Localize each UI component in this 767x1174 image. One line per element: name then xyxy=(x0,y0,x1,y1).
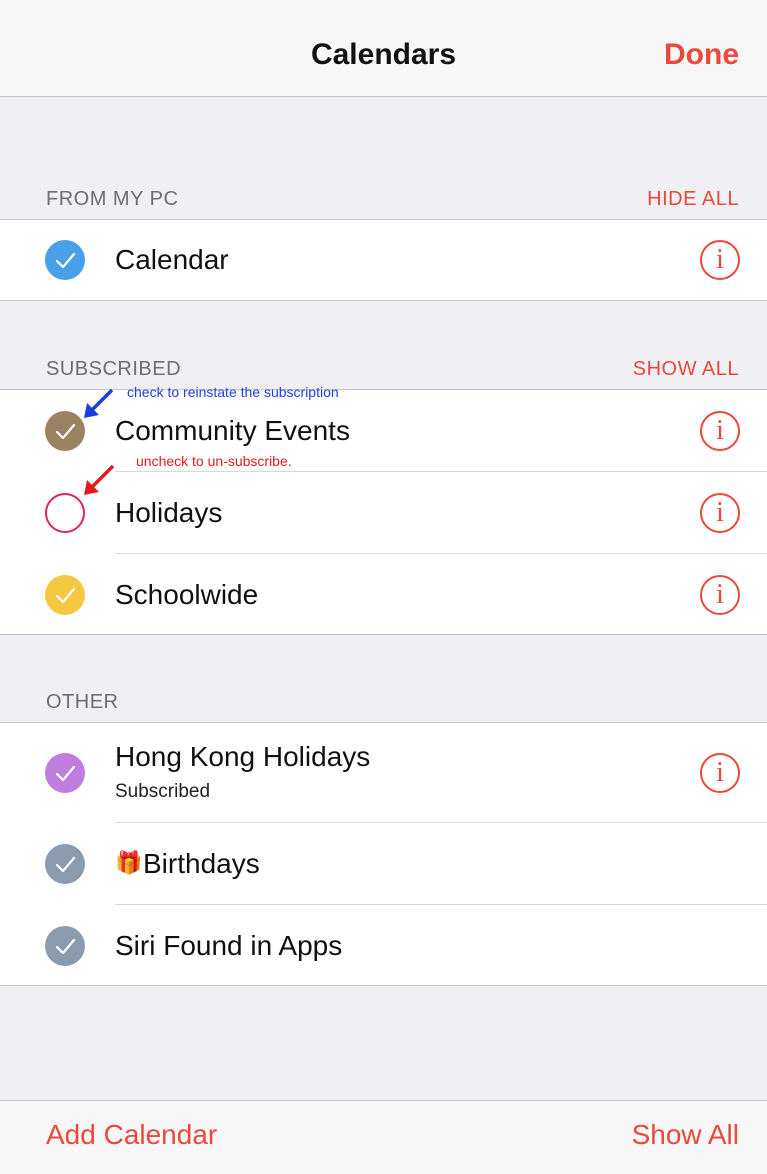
calendar-label: Calendar xyxy=(115,244,229,275)
section-header-subscribed: SUBSCRIBED SHOW ALL xyxy=(0,350,767,390)
gift-icon: 🎁 xyxy=(115,850,143,875)
calendar-sublabel: Subscribed xyxy=(115,781,211,802)
calendar-label: Siri Found in Apps xyxy=(115,930,343,961)
bottom-toolbar: Add Calendar Show All xyxy=(0,1100,767,1174)
checkmark-icon[interactable] xyxy=(45,411,85,451)
checkmark-icon[interactable] xyxy=(45,240,85,280)
unchecked-circle-icon[interactable] xyxy=(45,493,85,533)
section-from-my-pc: Calendar i xyxy=(0,219,767,301)
nav-bar: Calendars Done xyxy=(0,0,767,97)
calendar-row-siri-found-in-apps[interactable]: Siri Found in Apps xyxy=(0,905,767,987)
calendar-label: Hong Kong Holidays xyxy=(115,741,371,772)
checkmark-icon[interactable] xyxy=(45,753,85,793)
calendar-row-hong-kong-holidays[interactable]: Hong Kong Holidays Subscribed i xyxy=(0,723,767,823)
annotation-unsubscribe: uncheck to un-subscribe. xyxy=(136,453,292,469)
page-title: Calendars xyxy=(310,38,457,71)
done-button[interactable]: Done xyxy=(664,38,739,72)
hide-all-button[interactable]: HIDE ALL xyxy=(647,188,739,211)
add-calendar-button[interactable]: Add Calendar xyxy=(46,1119,217,1151)
checkmark-icon[interactable] xyxy=(45,844,85,884)
section-title: OTHER xyxy=(46,691,119,713)
info-icon[interactable]: i xyxy=(700,240,740,280)
blue-arrow-icon xyxy=(84,388,114,418)
show-all-button[interactable]: Show All xyxy=(632,1119,739,1151)
calendar-row-schoolwide[interactable]: Schoolwide i xyxy=(0,554,767,636)
red-arrow-icon xyxy=(84,464,115,495)
show-all-subscribed-button[interactable]: SHOW ALL xyxy=(633,358,739,381)
info-icon[interactable]: i xyxy=(700,575,740,615)
section-title: SUBSCRIBED xyxy=(46,358,182,380)
calendar-row-birthdays[interactable]: 🎁 Birthdays xyxy=(0,823,767,905)
calendar-label: Community Events xyxy=(115,415,350,446)
checkmark-icon[interactable] xyxy=(45,926,85,966)
info-icon[interactable]: i xyxy=(700,753,740,793)
calendar-label: Holidays xyxy=(115,497,223,528)
info-icon[interactable]: i xyxy=(700,493,740,533)
section-title: FROM MY PC xyxy=(46,188,179,210)
section-subscribed: Community Events i Holidays i Schoolwide… xyxy=(0,389,767,635)
calendar-label: Schoolwide xyxy=(115,579,259,610)
info-icon[interactable]: i xyxy=(700,411,740,451)
annotation-reinstate: check to reinstate the subscription xyxy=(127,384,339,400)
section-other: Hong Kong Holidays Subscribed i 🎁 Birthd… xyxy=(0,722,767,986)
calendar-row-calendar[interactable]: Calendar i xyxy=(0,220,767,302)
section-header-other: OTHER xyxy=(0,683,767,723)
section-header-from-my-pc: FROM MY PC HIDE ALL xyxy=(0,180,767,220)
checkmark-icon[interactable] xyxy=(45,575,85,615)
calendar-label: Birthdays xyxy=(143,848,260,879)
